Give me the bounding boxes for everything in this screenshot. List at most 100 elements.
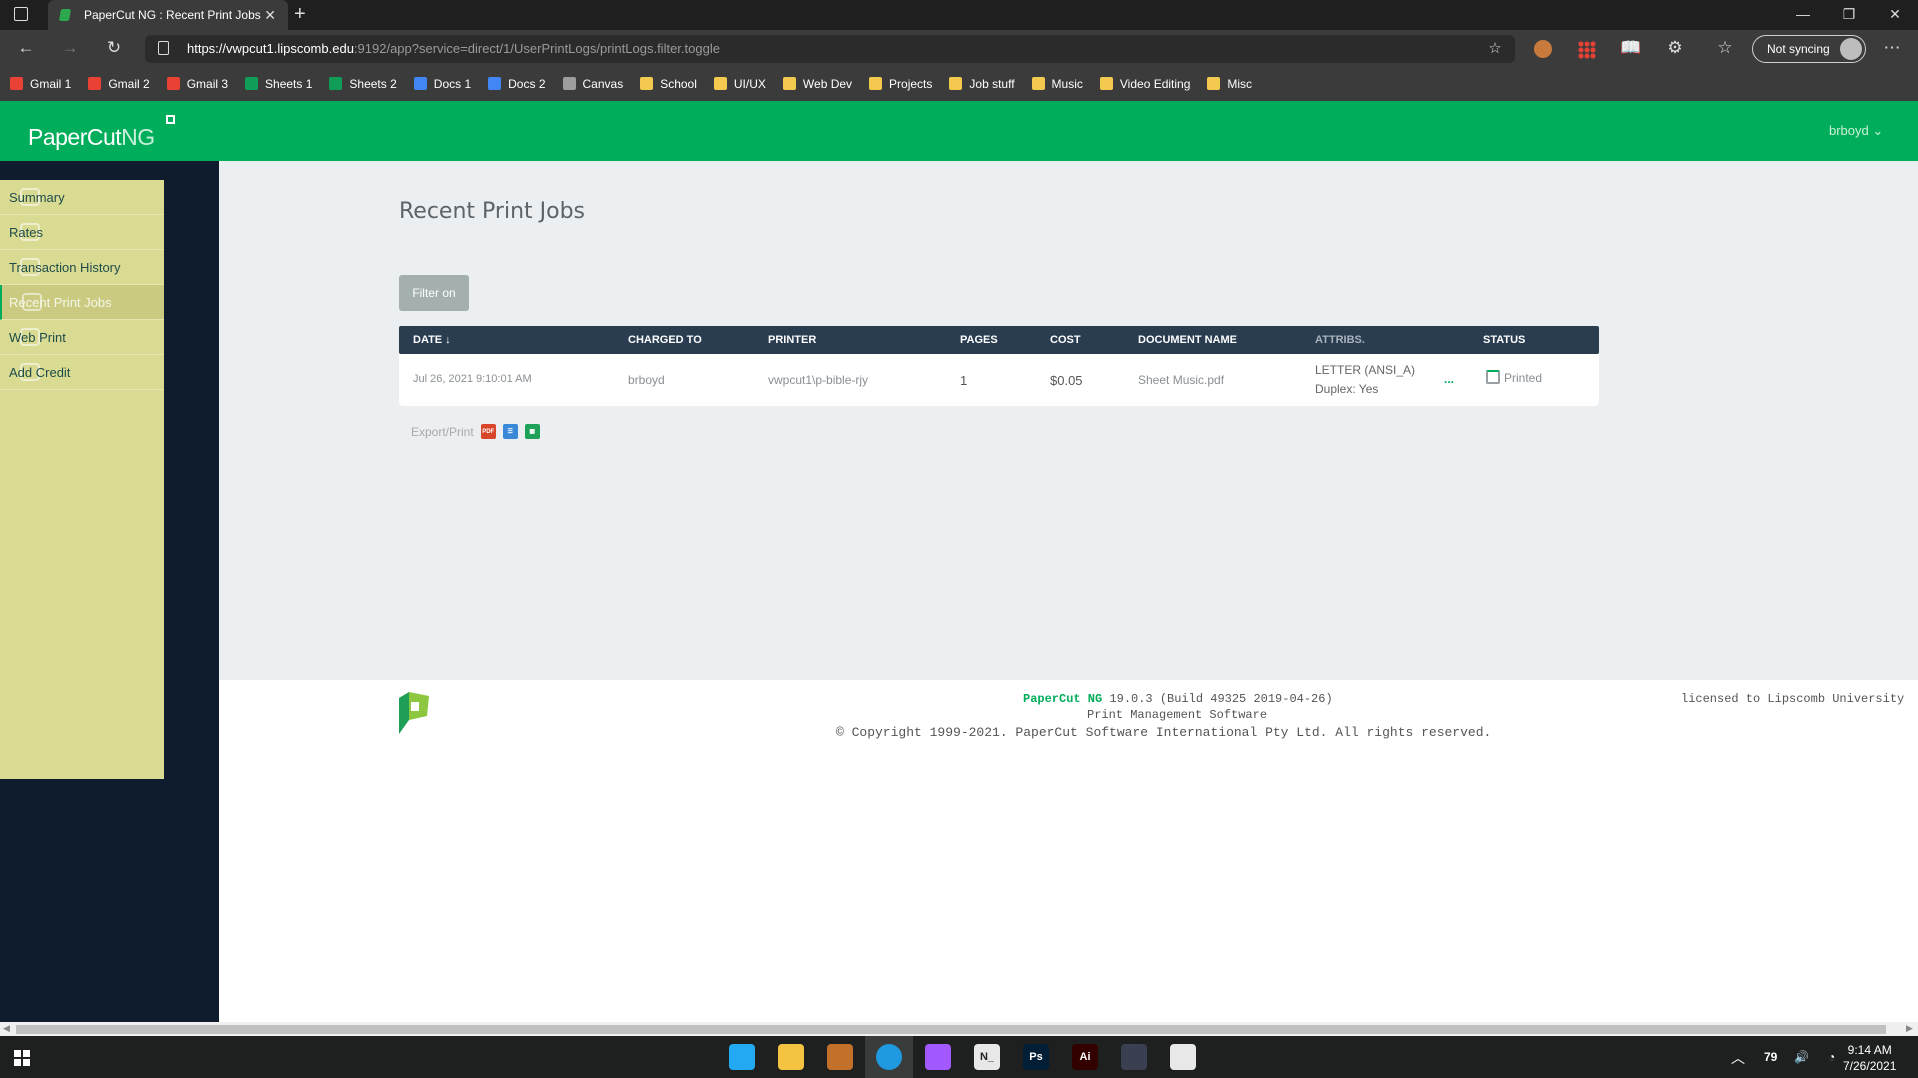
bookmark-gmail-3[interactable]: Gmail 3 xyxy=(166,77,228,91)
papercut-logo[interactable]: PaperCutNG xyxy=(28,124,155,151)
bookmark-label: Docs 2 xyxy=(508,76,546,91)
tray-number[interactable]: 79 xyxy=(1764,1050,1777,1064)
tab-actions-icon[interactable] xyxy=(14,7,28,21)
volume-icon[interactable]: 🔊 xyxy=(1794,1050,1809,1064)
windows-start-icon[interactable] xyxy=(14,1050,30,1066)
bookmark-canvas[interactable]: Canvas xyxy=(562,77,623,91)
sidebar-item-add-credit[interactable]: Add Credit xyxy=(0,355,164,390)
column-cost[interactable]: COST xyxy=(1050,334,1081,346)
column-date[interactable]: DATE ↓ xyxy=(413,334,451,346)
sidebar-item-summary[interactable]: Summary xyxy=(0,180,164,215)
favorites-icon[interactable]: ☆ xyxy=(1713,36,1737,60)
canvas-icon xyxy=(562,77,576,90)
lock-icon[interactable] xyxy=(158,41,169,55)
bookmark-docs-2[interactable]: Docs 2 xyxy=(488,76,546,91)
extensions-icon[interactable]: ⚙ xyxy=(1663,36,1687,60)
gmail-icon xyxy=(88,77,102,90)
scroll-right-icon[interactable]: ▶ xyxy=(1906,1023,1913,1034)
add-favorite-icon[interactable]: ☆ xyxy=(1483,36,1507,60)
sidebar-item-label: Add Credit xyxy=(9,364,71,380)
column-printer[interactable]: PRINTER xyxy=(768,334,816,346)
sidebar-item-rates[interactable]: Rates xyxy=(0,215,164,250)
bookmarks-bar: Gmail 1 Gmail 2 Gmail 3 Sheets 1 Sheets 2 Doc… xyxy=(0,66,1918,101)
scroll-left-icon[interactable]: ◀ xyxy=(3,1023,10,1034)
column-document-name[interactable]: DOCUMENT NAME xyxy=(1138,334,1237,346)
taskbar-photoshop-icon[interactable]: Ps xyxy=(1023,1044,1049,1070)
chevron-down-icon: ⌄ xyxy=(1872,123,1884,138)
scrollbar-thumb[interactable] xyxy=(16,1025,1886,1034)
folder-icon xyxy=(869,77,883,90)
bookmark-school[interactable]: School xyxy=(640,77,697,91)
taskbar-figma-icon[interactable] xyxy=(925,1044,951,1070)
sidebar-item-recent-print-jobs[interactable]: Recent Print Jobs xyxy=(0,285,164,320)
printer-status-icon xyxy=(1486,370,1500,384)
folder-icon xyxy=(713,77,727,90)
extension-owl-icon[interactable] xyxy=(1534,40,1552,58)
more-attribs-button[interactable]: ... xyxy=(1444,372,1454,386)
profile-sync-button[interactable]: Not syncing xyxy=(1752,35,1866,63)
pdf-export-icon[interactable]: PDF xyxy=(480,424,496,439)
close-tab-icon[interactable]: ✕ xyxy=(264,7,276,24)
folder-icon xyxy=(1031,77,1045,90)
bookmark-job-stuff[interactable]: Job stuff xyxy=(949,76,1015,91)
taskbar-davinci-icon[interactable] xyxy=(1121,1044,1147,1070)
apps-grid-icon[interactable] xyxy=(1578,41,1596,59)
tray-expand-icon[interactable]: ︿ xyxy=(1731,1048,1745,1068)
bookmark-gmail-2[interactable]: Gmail 2 xyxy=(88,77,150,91)
wifi-icon[interactable]: ◔ xyxy=(1828,1050,1835,1064)
refresh-icon[interactable]: ↻ xyxy=(102,36,126,60)
sidebar-item-label: Rates xyxy=(9,224,43,240)
bookmark-video-editing[interactable]: Video Editing xyxy=(1099,77,1190,91)
close-window-icon[interactable]: ✕ xyxy=(1872,0,1918,28)
column-status[interactable]: STATUS xyxy=(1483,334,1525,346)
bookmark-label: Sheets 2 xyxy=(349,76,397,91)
url-text[interactable]: https://vwpcut1.lipscomb.edu:9192/app?se… xyxy=(187,41,720,56)
taskbar-notepad-icon[interactable]: N_ xyxy=(974,1044,1000,1070)
forward-icon[interactable]: → xyxy=(58,36,82,60)
papercut-footer-logo-icon xyxy=(399,692,429,734)
papercut-favicon xyxy=(58,9,72,21)
taskbar-reaper-icon[interactable] xyxy=(827,1044,853,1070)
csv-export-icon[interactable]: ▦ xyxy=(524,424,540,439)
reader-icon[interactable]: 📖 xyxy=(1619,36,1643,60)
bookmark-projects[interactable]: Projects xyxy=(869,77,932,91)
new-tab-button[interactable]: + xyxy=(294,3,306,26)
bookmark-sheets-1[interactable]: Sheets 1 xyxy=(245,77,312,91)
filter-button[interactable]: Filter on xyxy=(399,275,469,311)
sidebar-item-transaction-history[interactable]: Transaction History xyxy=(0,250,164,285)
export-print-bar: Export/Print PDF ☰ ▦ xyxy=(411,424,540,439)
bookmark-ui-ux[interactable]: UI/UX xyxy=(713,77,766,91)
cell-attrib-duplex: Duplex: Yes xyxy=(1315,382,1379,396)
column-pages[interactable]: PAGES xyxy=(960,334,998,346)
column-attribs: ATTRIBS. xyxy=(1315,334,1365,346)
taskbar-monitor-icon[interactable] xyxy=(1170,1044,1196,1070)
restore-icon[interactable]: ❐ xyxy=(1826,0,1872,28)
sheets-icon xyxy=(245,77,259,90)
cell-printer: vwpcut1\p-bible-rjy xyxy=(768,373,869,387)
taskbar-vscode-icon[interactable] xyxy=(729,1044,755,1070)
column-charged-to[interactable]: CHARGED TO xyxy=(628,334,702,346)
bookmark-label: Docs 1 xyxy=(433,76,472,91)
sidebar-item-web-print[interactable]: Web Print xyxy=(0,320,164,355)
taskbar-file-explorer-icon[interactable] xyxy=(778,1044,804,1070)
gmail-icon xyxy=(166,77,180,90)
html-export-icon[interactable]: ☰ xyxy=(502,424,518,439)
bookmark-sheets-2[interactable]: Sheets 2 xyxy=(329,76,397,91)
bookmark-docs-1[interactable]: Docs 1 xyxy=(413,76,472,91)
back-icon[interactable]: ← xyxy=(14,36,38,60)
more-menu-icon[interactable]: ⋯ xyxy=(1880,36,1904,60)
taskbar-edge-icon[interactable] xyxy=(876,1044,902,1070)
user-menu[interactable]: brboyd ⌄ xyxy=(1829,123,1883,139)
taskbar-clock[interactable]: 9:14 AM 7/26/2021 xyxy=(1843,1042,1896,1074)
browser-tab[interactable]: PaperCut NG : Recent Print Jobs ✕ xyxy=(48,0,288,30)
bookmark-label: Job stuff xyxy=(969,76,1015,91)
docs-icon xyxy=(413,77,427,90)
bookmark-gmail-1[interactable]: Gmail 1 xyxy=(10,77,71,91)
taskbar-illustrator-icon[interactable]: Ai xyxy=(1072,1044,1098,1070)
minimize-icon[interactable]: — xyxy=(1780,0,1826,28)
bookmark-web-dev[interactable]: Web Dev xyxy=(782,77,852,91)
bookmark-misc[interactable]: Misc xyxy=(1207,77,1252,91)
bookmark-music[interactable]: Music xyxy=(1031,77,1083,91)
main-content xyxy=(219,161,1918,680)
footer-license: licensed to Lipscomb University xyxy=(1681,692,1905,706)
